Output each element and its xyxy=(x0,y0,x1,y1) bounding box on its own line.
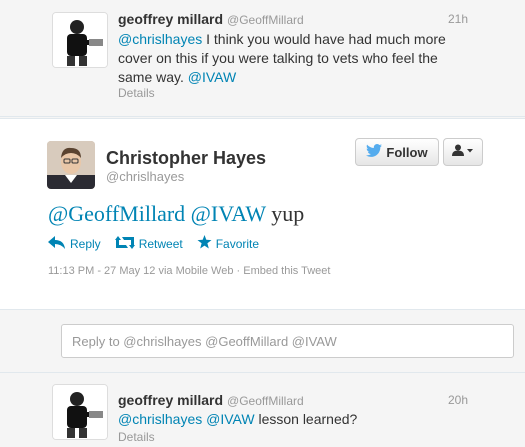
tweet-text: @chrislhayes @IVAW lesson learned? xyxy=(118,411,358,427)
avatar[interactable] xyxy=(52,384,108,440)
avatar[interactable] xyxy=(52,12,108,68)
tweet-actions: Reply Retweet Favorite xyxy=(48,235,259,252)
avatar[interactable] xyxy=(47,141,95,189)
author-name[interactable]: geoffrey millard @GeoffMillard xyxy=(118,11,304,27)
mention-link[interactable]: @GeoffMillard xyxy=(48,201,185,226)
mention-link[interactable]: @chrislhayes xyxy=(118,411,202,427)
tweet-item[interactable]: geoffrey millard @GeoffMillard 21h @chris… xyxy=(0,0,525,117)
mention-link[interactable]: @IVAW xyxy=(188,69,236,85)
tweet-text: @GeoffMillard @IVAW yup xyxy=(48,201,305,226)
details-link[interactable]: Details xyxy=(118,430,155,444)
favorite-button[interactable]: Favorite xyxy=(197,235,259,252)
tweet-timestamp[interactable]: 21h xyxy=(448,12,468,26)
mention-link[interactable]: @IVAW xyxy=(191,201,266,226)
tweet-item[interactable]: geoffrey millard @GeoffMillard 20h @chris… xyxy=(0,372,525,447)
reply-area: Reply to @chrislhayes @GeoffMillard @IVA… xyxy=(0,310,525,372)
follow-label: Follow xyxy=(386,144,428,160)
tweet-text: @chrislhayes I think you would have had … xyxy=(118,31,446,85)
author-name[interactable]: Christopher Hayes xyxy=(106,148,266,169)
mention-link[interactable]: @chrislhayes xyxy=(118,31,202,47)
user-actions-button[interactable] xyxy=(443,138,483,166)
author-handle[interactable]: @GeoffMillard xyxy=(227,394,304,408)
mention-link[interactable]: @IVAW xyxy=(206,411,254,427)
tweet-timestamp[interactable]: 20h xyxy=(448,393,468,407)
author-name[interactable]: geoffrey millard @GeoffMillard xyxy=(118,392,304,408)
author-handle[interactable]: @GeoffMillard xyxy=(227,13,304,27)
retweet-button[interactable]: Retweet xyxy=(114,235,183,252)
bird-icon xyxy=(366,144,383,160)
main-tweet: Christopher Hayes @chrislhayes Follow @G… xyxy=(0,118,525,310)
user-icon xyxy=(452,143,474,161)
tweet-meta: 11:13 PM - 27 May 12 via Mobile Web · Em… xyxy=(48,265,331,277)
reply-button[interactable]: Reply xyxy=(48,235,101,252)
follow-button[interactable]: Follow xyxy=(355,138,439,166)
details-link[interactable]: Details xyxy=(118,86,155,100)
reply-icon xyxy=(48,235,66,252)
reply-input[interactable]: Reply to @chrislhayes @GeoffMillard @IVA… xyxy=(61,324,514,358)
star-icon xyxy=(197,235,212,252)
retweet-icon xyxy=(114,235,135,252)
author-handle[interactable]: @chrislhayes xyxy=(106,169,184,184)
